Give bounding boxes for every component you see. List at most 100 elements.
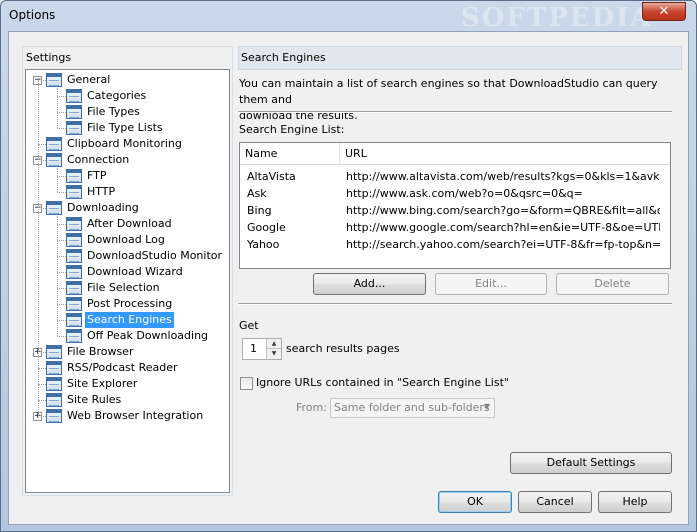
tree-connector — [57, 112, 66, 113]
settings-page-icon — [66, 281, 82, 295]
settings-page-icon — [66, 249, 82, 263]
list-item[interactable]: Google http://www.google.com/search?hl=en… — [240, 219, 670, 236]
tree-guide-line — [57, 88, 58, 128]
settings-group: Settings − General Categories File Types Fil… — [22, 46, 233, 496]
list-item[interactable]: Yahoo http://search.yahoo.com/search?ei=U… — [240, 236, 670, 253]
add-button[interactable]: Add... — [313, 273, 426, 295]
tree-item[interactable]: RSS/Podcast Reader — [26, 360, 229, 376]
list-item[interactable]: Bing http://www.bing.com/search?go=&form=… — [240, 202, 670, 219]
tree-item[interactable]: Site Rules — [26, 392, 229, 408]
tree-item-label: Off Peak Downloading — [87, 329, 209, 342]
delete-button[interactable]: Delete — [556, 273, 669, 295]
engine-name: Google — [247, 221, 286, 234]
tree-item-label: Downloading — [67, 201, 139, 214]
separator — [238, 303, 672, 305]
tree-connector — [57, 288, 66, 289]
settings-page-icon — [66, 169, 82, 183]
ok-button[interactable]: OK — [438, 491, 512, 513]
list-item[interactable]: Ask http://www.ask.com/web?o=0&qsrc=0&q= — [240, 185, 670, 202]
engine-url: http://www.google.com/search?hl=en&ie=UT… — [346, 221, 660, 234]
ignore-urls-checkbox[interactable] — [240, 377, 253, 390]
tree-item-label: Categories — [87, 89, 147, 102]
panel-title: Search Engines — [241, 51, 326, 64]
tree-item[interactable]: Site Explorer — [26, 376, 229, 392]
tree-item-label: Post Processing — [87, 297, 173, 310]
tree-item-label: FTP — [87, 169, 107, 182]
stepper-up-icon[interactable]: ▲ — [267, 339, 281, 349]
tree-item-label: File Types — [87, 105, 140, 118]
tree-connector — [57, 176, 66, 177]
tree-item[interactable]: − Downloading — [26, 200, 229, 216]
tree-item[interactable]: + File Browser — [26, 344, 229, 360]
tree-guide-line — [57, 168, 58, 192]
title-bar[interactable]: Options SOFTPEDIA ✕ — [1, 1, 696, 33]
settings-page-icon — [66, 105, 82, 119]
tree-item-label: Site Explorer — [67, 377, 138, 390]
close-button[interactable]: ✕ — [642, 2, 686, 21]
tree-guide-line — [38, 80, 39, 416]
edit-button[interactable]: Edit... — [435, 273, 547, 295]
tree-connector — [57, 96, 66, 97]
tree-item[interactable]: − Connection — [26, 152, 229, 168]
stepper-down-icon[interactable]: ▼ — [267, 349, 281, 359]
separator — [238, 111, 672, 113]
tree-item-label: Download Wizard — [87, 265, 183, 278]
chevron-down-icon: ▼ — [483, 402, 490, 411]
tree-item-label: File Selection — [87, 281, 160, 294]
tree-item-label: File Type Lists — [87, 121, 163, 134]
search-engine-list[interactable]: Name URL AltaVista http://www.altavista.c… — [239, 142, 671, 269]
tree-item-label: Web Browser Integration — [67, 409, 204, 422]
results-pages-stepper[interactable]: 1 ▲ ▼ — [242, 338, 282, 360]
tree-item-label: File Browser — [67, 345, 134, 358]
panel-header: Search Engines — [238, 46, 682, 70]
settings-page-icon — [66, 313, 82, 327]
engine-name: Ask — [247, 187, 267, 200]
window-title: Options — [9, 8, 56, 22]
engine-url: http://www.ask.com/web?o=0&qsrc=0&q= — [346, 187, 583, 200]
results-pages-suffix: search results pages — [286, 342, 400, 355]
tree-connector — [57, 128, 66, 129]
settings-page-icon — [66, 265, 82, 279]
tree-item-label: After Download — [87, 217, 172, 230]
help-button[interactable]: Help — [598, 491, 672, 513]
settings-page-icon — [66, 233, 82, 247]
get-label: Get — [239, 319, 259, 332]
tree-connector — [57, 304, 66, 305]
options-window: Options SOFTPEDIA ✕ Settings − General Cat… — [0, 0, 697, 532]
tree-item-label: RSS/Podcast Reader — [67, 361, 178, 374]
list-item[interactable]: AltaVista http://www.altavista.com/web/re… — [240, 168, 670, 185]
engine-url: http://www.altavista.com/web/results?kgs… — [346, 170, 660, 183]
tree-item-label: Connection — [67, 153, 130, 166]
panel-description: You can maintain a list of search engine… — [239, 76, 679, 124]
cancel-button[interactable]: Cancel — [518, 491, 592, 513]
from-label: From: — [296, 401, 327, 414]
tree-item[interactable]: − General — [26, 72, 229, 88]
ignore-urls-label[interactable]: Ignore URLs contained in "Search Engine … — [256, 375, 509, 391]
settings-page-icon — [46, 73, 62, 87]
from-select-value: Same folder and sub-folders — [334, 401, 490, 414]
tree-item[interactable]: Clipboard Monitoring — [26, 136, 229, 152]
settings-page-icon — [66, 185, 82, 199]
tree-connector — [57, 192, 66, 193]
default-settings-button[interactable]: Default Settings — [510, 452, 672, 474]
dialog-client-area: Settings − General Categories File Types Fil… — [8, 31, 689, 525]
column-header-url[interactable]: URL — [340, 143, 670, 165]
settings-tree[interactable]: − General Categories File Types File Type Li… — [25, 69, 230, 493]
settings-page-icon — [46, 201, 62, 215]
engine-list-label: Search Engine List: — [239, 123, 345, 136]
tree-connector — [57, 256, 66, 257]
tree-connector — [57, 224, 66, 225]
settings-page-icon — [66, 89, 82, 103]
tree-connector — [57, 336, 66, 337]
tree-item[interactable]: + Web Browser Integration — [26, 408, 229, 424]
engine-name: Bing — [247, 204, 272, 217]
from-select[interactable]: Same folder and sub-folders ▼ — [330, 398, 495, 418]
settings-page-icon — [46, 409, 62, 423]
stepper-buttons: ▲ ▼ — [266, 339, 281, 359]
settings-page-icon — [66, 121, 82, 135]
settings-page-icon — [66, 297, 82, 311]
column-header-name[interactable]: Name — [240, 143, 340, 165]
watermark-logo: SOFTPEDIA — [461, 3, 653, 33]
settings-page-icon — [46, 153, 62, 167]
engine-url: http://www.bing.com/search?go=&form=QBRE… — [346, 204, 660, 217]
